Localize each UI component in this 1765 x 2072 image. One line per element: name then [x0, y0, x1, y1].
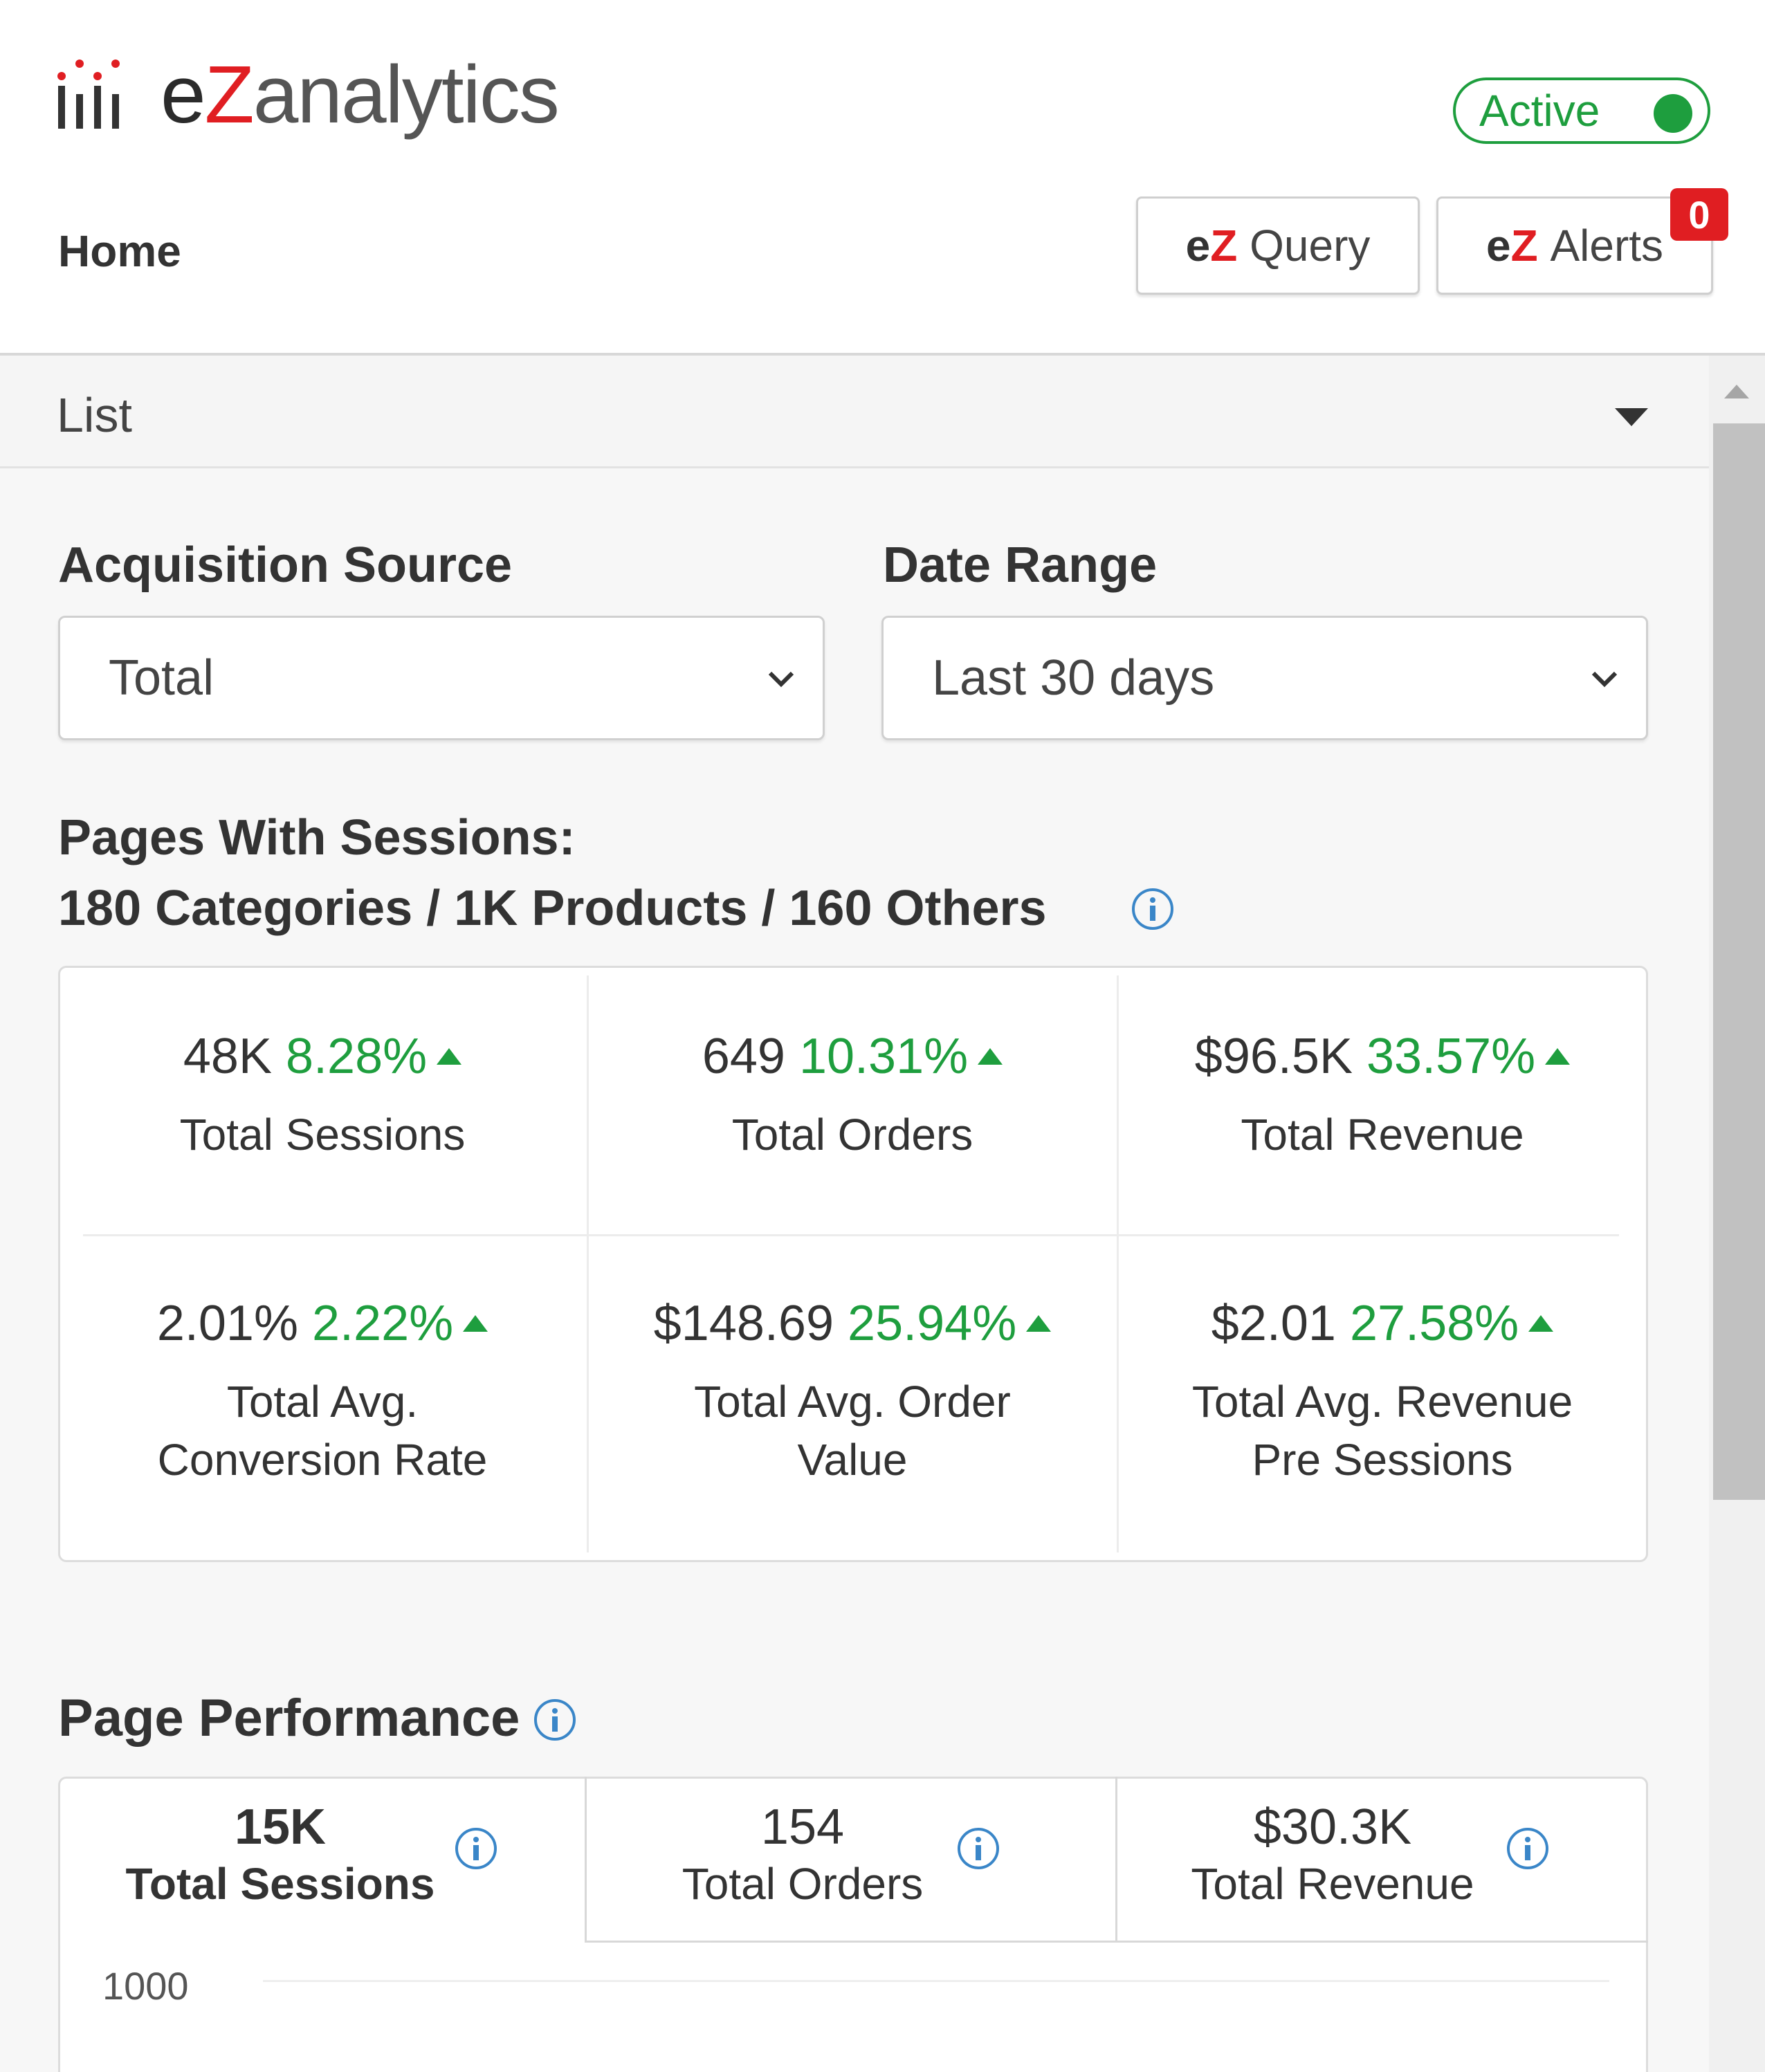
info-icon[interactable]: [533, 1698, 577, 1742]
trend-up-icon: [1026, 1315, 1052, 1332]
tab-total-revenue[interactable]: $30.3K Total Revenue: [1139, 1777, 1526, 1943]
logo-bars-icon: [57, 59, 120, 129]
ez-query-button[interactable]: eZ Query: [1136, 196, 1420, 295]
kpi-avg-conversion-rate: 2.01% 2.22% Total Avg. Conversion Rate: [156, 1296, 488, 1485]
kpi-row-divider: [83, 1234, 1619, 1236]
page-title: Home: [58, 226, 181, 276]
app-logo-text: eZanalytics: [161, 49, 560, 140]
acquisition-source-value: Total: [109, 650, 214, 706]
acquisition-source-label: Acquisition Source: [58, 538, 513, 593]
alerts-count-badge: 0: [1670, 188, 1728, 241]
tab-total-sessions[interactable]: 15K Total Sessions: [76, 1777, 484, 1943]
info-icon[interactable]: [1131, 887, 1175, 931]
tab-total-orders[interactable]: 154 Total Orders: [609, 1777, 996, 1943]
page-performance-heading: Page Performance: [58, 1689, 520, 1748]
info-icon[interactable]: [1506, 1826, 1550, 1871]
chart-y-tick-label: 1000: [102, 1964, 189, 2008]
scrollbar-thumb[interactable]: [1713, 423, 1765, 1500]
chart-gridline: [263, 1980, 1609, 1982]
date-range-value: Last 30 days: [932, 650, 1215, 706]
pages-breakdown-text: 180 Categories / 1K Products / 160 Other…: [58, 881, 1047, 936]
acquisition-source-select[interactable]: Total: [58, 616, 825, 740]
chevron-down-icon: [768, 671, 794, 688]
trend-up-icon: [437, 1048, 462, 1065]
view-selector[interactable]: [0, 356, 1709, 468]
trend-up-icon: [463, 1315, 488, 1332]
date-range-label: Date Range: [883, 538, 1158, 593]
trend-up-icon: [1545, 1048, 1571, 1065]
pages-with-sessions-heading: Pages With Sessions:: [58, 810, 576, 865]
ez-alerts-label: Alerts: [1550, 221, 1664, 271]
chevron-down-icon: [1591, 671, 1618, 688]
caret-down-icon[interactable]: [1615, 408, 1648, 426]
kpi-total-orders: 649 10.31% Total Orders: [589, 1028, 1115, 1164]
kpi-column-divider: [1117, 975, 1119, 1552]
toggle-knob-icon: [1654, 94, 1692, 133]
trend-up-icon: [1528, 1315, 1554, 1332]
date-range-select[interactable]: Last 30 days: [881, 616, 1648, 740]
tab-divider: [1115, 1777, 1117, 1943]
active-toggle-label: Active: [1479, 86, 1600, 136]
kpi-avg-order-value: $148.69 25.94% Total Avg. Order Value: [589, 1295, 1115, 1489]
info-icon[interactable]: [454, 1826, 498, 1871]
kpi-column-divider: [587, 975, 589, 1552]
view-selector-value: List: [57, 388, 132, 442]
kpi-avg-revenue-per-session: $2.01 27.58% Total Avg. Revenue Pre Sess…: [1191, 1296, 1573, 1485]
info-icon[interactable]: [956, 1826, 1000, 1871]
scroll-up-arrow-icon[interactable]: [1724, 385, 1749, 398]
tab-divider: [585, 1777, 587, 1943]
active-status-toggle[interactable]: Active: [1453, 77, 1710, 144]
kpi-total-revenue: $96.5K 33.57% Total Revenue: [1119, 1028, 1645, 1164]
ez-query-label: Query: [1250, 221, 1371, 271]
kpi-total-sessions: 48K 8.28% Total Sessions: [179, 1029, 466, 1159]
trend-up-icon: [978, 1048, 1003, 1065]
